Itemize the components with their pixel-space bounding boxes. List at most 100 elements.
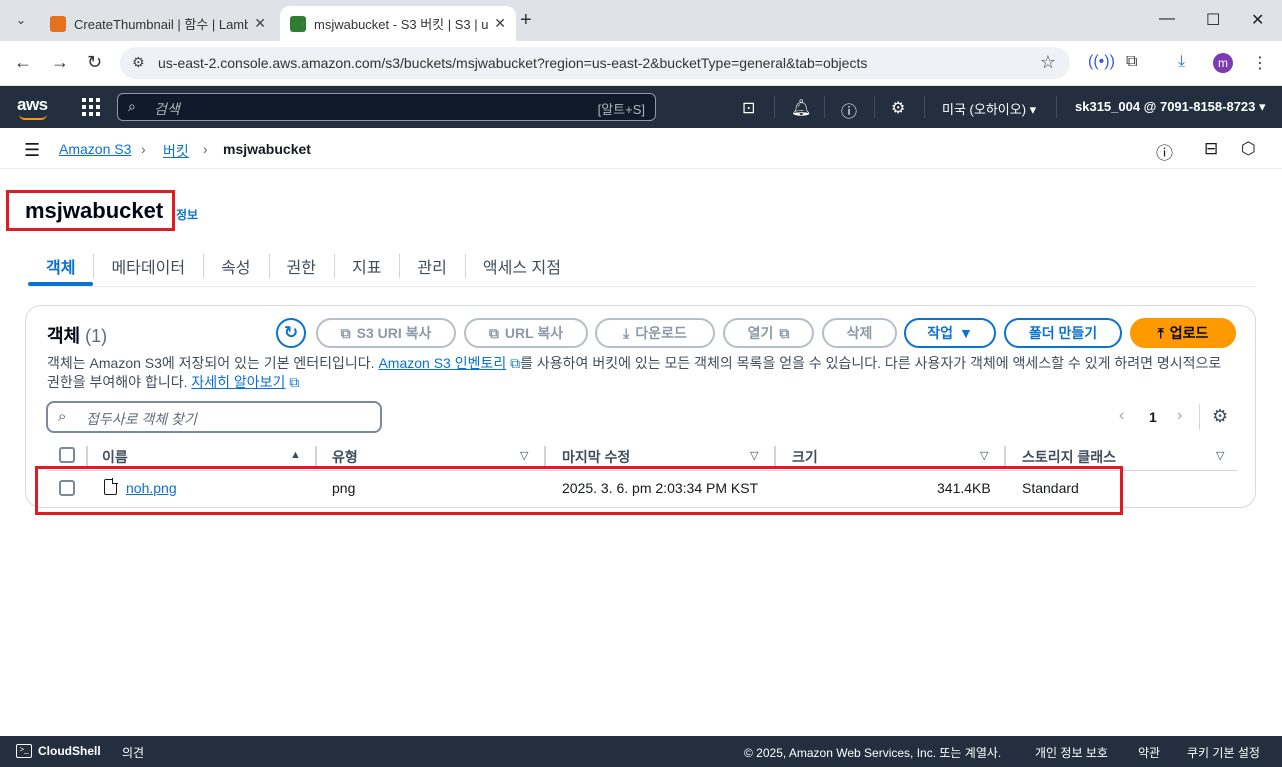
cloudshell-icon[interactable]: >_ <box>16 744 32 758</box>
filter-placeholder: 접두사로 객체 찾기 <box>86 411 197 427</box>
aws-logo[interactable]: aws <box>17 95 48 120</box>
tab-metadata[interactable]: 메타데이터 <box>93 248 203 284</box>
close-tab-icon[interactable]: ✕ <box>254 15 266 32</box>
terms-link[interactable]: 약관 <box>1138 744 1160 761</box>
breadcrumb-amazon-s3[interactable]: Amazon S3 <box>59 141 131 157</box>
tab-objects[interactable]: 객체 <box>28 248 94 286</box>
next-page-icon[interactable]: › <box>1177 407 1182 425</box>
objects-description: 객체는 Amazon S3에 저장되어 있는 기본 엔터티입니다. Amazon… <box>47 355 1222 390</box>
column-header-name[interactable]: 이름 <box>102 447 128 467</box>
object-filter-input[interactable]: ⌕ 접두사로 객체 찾기 <box>46 401 382 433</box>
tab-access-points[interactable]: 액세스 지점 <box>464 248 579 284</box>
sort-icon[interactable]: ▽ <box>980 449 988 462</box>
more-menu-icon[interactable]: ⋮ <box>1252 53 1268 73</box>
sort-icon[interactable]: ▽ <box>1216 449 1224 462</box>
aws-top-nav: aws ⌕ 검색 [알트+S] ⊡ 🔔︎ ⓘ ⚙ 미국 (오하이오) ▾ sk3… <box>0 86 1282 128</box>
region-selector[interactable]: 미국 (오하이오) ▾ <box>942 99 1036 118</box>
copy-s3-uri-button[interactable]: ⧉ S3 URI 복사 <box>316 318 456 348</box>
search-placeholder: 검색 <box>154 101 180 117</box>
sort-icon[interactable]: ▽ <box>750 449 758 462</box>
tab-metrics[interactable]: 지표 <box>333 248 399 284</box>
page-number[interactable]: 1 <box>1149 409 1157 425</box>
objects-heading: 객체 (1) <box>47 326 108 346</box>
upload-button[interactable]: ⤒ 업로드 <box>1130 318 1236 348</box>
help-panel-icon[interactable]: ⬡ <box>1241 139 1256 159</box>
close-tab-icon[interactable]: ✕ <box>494 15 506 32</box>
inventory-link[interactable]: Amazon S3 인벤토리 <box>378 355 506 371</box>
bookmark-star-icon[interactable]: ☆ <box>1040 52 1056 73</box>
browser-tab-lambda[interactable]: CreateThumbnail | 함수 | Lamb ✕ <box>40 6 276 41</box>
refresh-icon: ↻ <box>283 323 299 342</box>
objects-count: (1) <box>85 326 108 346</box>
sort-ascending-icon[interactable]: ▲ <box>290 449 301 461</box>
extension-icon[interactable]: ((•)) <box>1088 53 1115 71</box>
feedback-link[interactable]: 의견 <box>122 744 144 761</box>
tab-permissions[interactable]: 권한 <box>268 248 334 284</box>
console-footer: >_ CloudShell 의견 © 2025, Amazon Web Serv… <box>0 736 1282 767</box>
breadcrumb-bar: ☰ Amazon S3 › 버킷 › msjwabucket ⓘ ⊟ ⬡ <box>0 128 1282 169</box>
create-folder-button[interactable]: 폴더 만들기 <box>1004 318 1122 348</box>
caret-down-icon: ▼ <box>958 325 973 341</box>
cloudshell-link[interactable]: CloudShell <box>38 744 101 758</box>
address-bar[interactable]: ⚙ us-east-2.console.aws.amazon.com/s3/bu… <box>120 47 1070 79</box>
download-button[interactable]: ⤓ 다운로드 <box>595 318 715 348</box>
services-grid-icon[interactable] <box>82 98 100 116</box>
tab-title: CreateThumbnail | 함수 | Lamb <box>74 17 249 32</box>
external-link-icon: ⧉ <box>285 374 300 390</box>
feedback-panel-icon[interactable]: ⊟ <box>1204 139 1218 159</box>
tab-search-icon[interactable]: ⌄ <box>9 8 33 32</box>
s3-favicon-icon <box>290 15 306 32</box>
external-link-icon: ⧉ <box>506 355 521 371</box>
tab-title: msjwabucket - S3 버킷 | S3 | u <box>314 17 489 32</box>
reload-icon[interactable]: ↻ <box>87 52 102 73</box>
highlight-box <box>35 466 1123 515</box>
learn-more-link[interactable]: 자세히 알아보기 <box>191 374 285 390</box>
side-nav-menu-icon[interactable]: ☰ <box>24 140 40 161</box>
profile-avatar[interactable]: m <box>1213 53 1233 73</box>
search-icon: ⌕ <box>58 408 67 425</box>
settings-gear-icon[interactable]: ⚙ <box>891 98 905 118</box>
search-icon: ⌕ <box>128 98 136 114</box>
aws-search-input[interactable]: ⌕ 검색 [알트+S] <box>117 93 656 121</box>
url-text[interactable]: us-east-2.console.aws.amazon.com/s3/buck… <box>158 55 867 71</box>
delete-button[interactable]: 삭제 <box>822 318 897 348</box>
privacy-link[interactable]: 개인 정보 보호 <box>1035 744 1108 761</box>
info-link[interactable]: 정보 <box>176 206 198 223</box>
column-header-last-modified[interactable]: 마지막 수정 <box>562 447 630 467</box>
prev-page-icon[interactable]: ‹ <box>1119 407 1124 425</box>
sort-icon[interactable]: ▽ <box>520 449 528 462</box>
actions-dropdown-button[interactable]: 작업 ▼ <box>904 318 996 348</box>
site-info-icon[interactable]: ⚙ <box>132 54 145 71</box>
maximize-icon[interactable]: ☐ <box>1206 10 1220 30</box>
open-button[interactable]: 열기 ⧉ <box>723 318 814 348</box>
help-icon[interactable]: ⓘ <box>841 98 857 122</box>
bucket-tabs: 객체 메타데이터 속성 권한 지표 관리 액세스 지점 <box>28 248 579 286</box>
new-tab-icon[interactable]: + <box>520 9 532 32</box>
refresh-button[interactable]: ↻ <box>276 318 306 348</box>
breadcrumb-chevron-icon: › <box>203 141 208 157</box>
copy-url-button[interactable]: ⧉ URL 복사 <box>464 318 588 348</box>
tab-properties[interactable]: 속성 <box>203 248 268 284</box>
back-icon[interactable]: ← <box>14 52 32 73</box>
extensions-puzzle-icon[interactable]: ⧉ <box>1126 53 1137 71</box>
minimize-icon[interactable]: — <box>1159 10 1175 28</box>
cloudshell-icon[interactable]: ⊡ <box>742 98 755 118</box>
forward-icon[interactable]: → <box>51 52 69 73</box>
browser-toolbar: ← → ↻ ⚙ us-east-2.console.aws.amazon.com… <box>0 41 1282 86</box>
notifications-bell-icon[interactable]: 🔔︎ <box>791 98 811 118</box>
table-settings-gear-icon[interactable]: ⚙ <box>1212 406 1228 427</box>
column-header-storage-class[interactable]: 스토리지 클래스 <box>1022 447 1116 467</box>
breadcrumb-current: msjwabucket <box>223 141 311 157</box>
cookie-preferences-link[interactable]: 쿠키 기본 설정 <box>1187 744 1260 761</box>
download-icon[interactable]: ⤓ <box>1178 53 1185 71</box>
account-menu[interactable]: sk315_004 @ 7091-8158-8723 ▾ <box>1075 99 1266 115</box>
breadcrumb-buckets[interactable]: 버킷 <box>163 141 189 161</box>
info-panel-icon[interactable]: ⓘ <box>1156 139 1173 164</box>
page-title: msjwabucket <box>25 198 164 223</box>
browser-tab-s3[interactable]: msjwabucket - S3 버킷 | S3 | u ✕ <box>280 6 516 41</box>
select-all-checkbox[interactable] <box>59 447 75 463</box>
column-header-type[interactable]: 유형 <box>332 447 358 467</box>
window-close-icon[interactable]: ✕ <box>1251 10 1264 30</box>
column-header-size[interactable]: 크기 <box>792 447 818 467</box>
tab-management[interactable]: 관리 <box>399 248 464 284</box>
